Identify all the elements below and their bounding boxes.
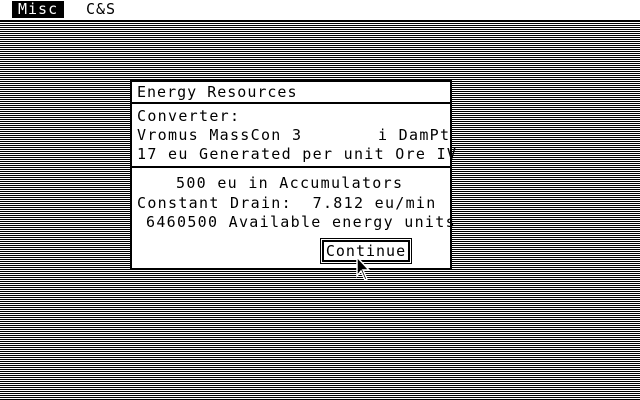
accumulators-text: 500 eu in Accumulators (176, 174, 404, 192)
generation-rate: 17 eu Generated per unit Ore IV (137, 145, 458, 163)
mouse-pointer-icon (356, 256, 370, 282)
drain-text: Constant Drain: 7.812 eu/min (137, 194, 437, 212)
menu-cs[interactable]: C&S (80, 1, 122, 18)
energy-resources-dialog: Energy Resources Converter: Vromus MassC… (130, 80, 456, 270)
converter-label: Converter: (137, 107, 241, 125)
menu-misc[interactable]: Misc (12, 1, 65, 18)
converter-name: Vromus MassCon 3 (137, 126, 303, 144)
converter-rating: i DamPt (378, 126, 451, 144)
menu-bar: Misc C&S (0, 0, 640, 21)
available-energy-text: 6460500 Available energy units (146, 213, 456, 231)
dialog-title: Energy Resources (132, 82, 450, 104)
section-divider (132, 166, 450, 168)
